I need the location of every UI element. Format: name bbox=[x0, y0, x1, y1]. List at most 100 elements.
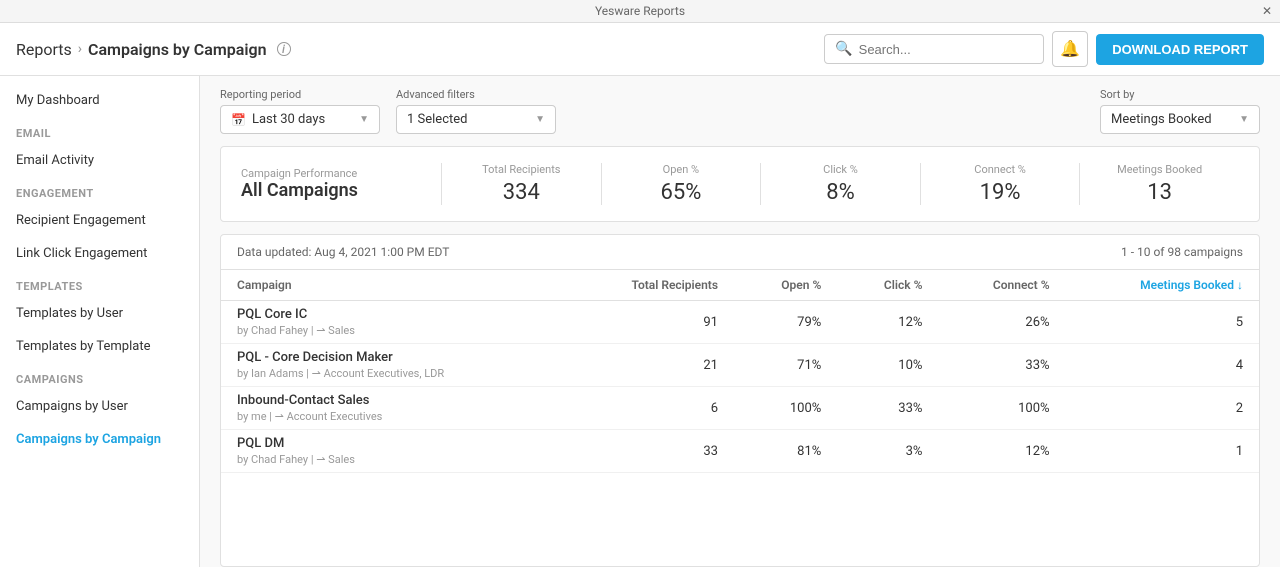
col-header-campaign: Campaign bbox=[221, 270, 564, 301]
content-area: Reporting period 📅 Last 30 days ▼ Advanc… bbox=[200, 76, 1280, 567]
cell-click-pct: 12% bbox=[837, 301, 938, 344]
summary-total-recipients-value: 334 bbox=[503, 180, 540, 205]
search-input[interactable] bbox=[859, 42, 1034, 57]
sidebar-section-email: EMAIL bbox=[0, 117, 199, 144]
cell-campaign-name: PQL - Core Decision Maker by Ian Adams |… bbox=[221, 344, 564, 387]
sort-by-select[interactable]: Meetings Booked ▼ bbox=[1100, 105, 1260, 134]
cell-total-recipients: 21 bbox=[564, 344, 734, 387]
advanced-filters-label: Advanced filters bbox=[396, 88, 556, 101]
table-row[interactable]: Inbound-Contact Sales by me | ⇀ Account … bbox=[221, 387, 1259, 430]
table-area: Data updated: Aug 4, 2021 1:00 PM EDT 1 … bbox=[220, 234, 1260, 567]
col-header-meetings-booked[interactable]: Meetings Booked ↓ bbox=[1066, 270, 1259, 301]
main-layout: My Dashboard EMAIL Email Activity ENGAGE… bbox=[0, 76, 1280, 567]
col-header-connect-pct: Connect % bbox=[938, 270, 1065, 301]
table-updated-text: Data updated: Aug 4, 2021 1:00 PM EDT bbox=[237, 245, 449, 259]
summary-meetings-booked: Meetings Booked 13 bbox=[1079, 163, 1239, 205]
sidebar-section-engagement: ENGAGEMENT bbox=[0, 177, 199, 204]
summary-connect-pct-value: 19% bbox=[980, 180, 1021, 205]
summary-click-pct: Click % 8% bbox=[760, 163, 920, 205]
reporting-period-select[interactable]: 📅 Last 30 days ▼ bbox=[220, 105, 380, 134]
cell-connect-pct: 12% bbox=[938, 430, 1065, 473]
sidebar-item-recipient-engagement[interactable]: Recipient Engagement bbox=[0, 204, 199, 237]
col-header-click-pct: Click % bbox=[837, 270, 938, 301]
campaigns-table: Campaign Total Recipients Open % Click %… bbox=[221, 270, 1259, 473]
header-right-actions: 🔍 🔔 DOWNLOAD REPORT bbox=[824, 31, 1264, 67]
sidebar-item-templates-by-template[interactable]: Templates by Template bbox=[0, 330, 199, 363]
cell-open-pct: 71% bbox=[734, 344, 837, 387]
table-row[interactable]: PQL Core IC by Chad Fahey | ⇀ Sales 91 7… bbox=[221, 301, 1259, 344]
summary-card: Campaign Performance All Campaigns Total… bbox=[220, 146, 1260, 222]
reporting-period-value: Last 30 days bbox=[252, 112, 325, 127]
advanced-filters-chevron-icon: ▼ bbox=[535, 114, 545, 125]
reporting-period-label: Reporting period bbox=[220, 88, 380, 101]
breadcrumb-separator: › bbox=[78, 41, 82, 57]
cell-open-pct: 79% bbox=[734, 301, 837, 344]
table-header-row: Campaign Total Recipients Open % Click %… bbox=[221, 270, 1259, 301]
summary-connect-pct-label: Connect % bbox=[974, 163, 1026, 176]
summary-campaign-name: All Campaigns bbox=[241, 180, 441, 201]
sort-by-chevron-icon: ▼ bbox=[1239, 114, 1249, 125]
window-close-button[interactable]: ✕ bbox=[1262, 4, 1272, 18]
cell-click-pct: 10% bbox=[837, 344, 938, 387]
summary-total-recipients: Total Recipients 334 bbox=[441, 163, 601, 205]
table-row[interactable]: PQL - Core Decision Maker by Ian Adams |… bbox=[221, 344, 1259, 387]
cell-total-recipients: 33 bbox=[564, 430, 734, 473]
window-titlebar: Yesware Reports ✕ bbox=[0, 0, 1280, 23]
info-icon[interactable]: i bbox=[277, 42, 291, 56]
summary-click-pct-label: Click % bbox=[823, 163, 858, 176]
cell-connect-pct: 26% bbox=[938, 301, 1065, 344]
top-header: Reports › Campaigns by Campaign i 🔍 🔔 DO… bbox=[0, 23, 1280, 76]
col-header-total-recipients: Total Recipients bbox=[564, 270, 734, 301]
reports-breadcrumb-link[interactable]: Reports bbox=[16, 40, 72, 59]
cell-total-recipients: 91 bbox=[564, 301, 734, 344]
cell-connect-pct: 100% bbox=[938, 387, 1065, 430]
sidebar-section-campaigns: CAMPAIGNS bbox=[0, 363, 199, 390]
sidebar-section-templates: TEMPLATES bbox=[0, 270, 199, 297]
table-meta: Data updated: Aug 4, 2021 1:00 PM EDT 1 … bbox=[221, 235, 1259, 270]
calendar-icon: 📅 bbox=[231, 113, 246, 127]
cell-meetings-booked: 4 bbox=[1066, 344, 1259, 387]
sidebar-item-templates-by-user[interactable]: Templates by User bbox=[0, 297, 199, 330]
bell-icon: 🔔 bbox=[1060, 39, 1080, 59]
summary-open-pct-label: Open % bbox=[663, 163, 699, 176]
cell-connect-pct: 33% bbox=[938, 344, 1065, 387]
summary-connect-pct: Connect % 19% bbox=[920, 163, 1080, 205]
search-box[interactable]: 🔍 bbox=[824, 34, 1044, 64]
cell-meetings-booked: 5 bbox=[1066, 301, 1259, 344]
col-header-open-pct: Open % bbox=[734, 270, 837, 301]
filters-bar: Reporting period 📅 Last 30 days ▼ Advanc… bbox=[200, 76, 1280, 146]
cell-open-pct: 81% bbox=[734, 430, 837, 473]
table-row[interactable]: PQL DM by Chad Fahey | ⇀ Sales 33 81% 3%… bbox=[221, 430, 1259, 473]
cell-campaign-name: PQL Core IC by Chad Fahey | ⇀ Sales bbox=[221, 301, 564, 344]
summary-open-pct-value: 65% bbox=[660, 180, 701, 205]
breadcrumb: Reports › Campaigns by Campaign i bbox=[16, 40, 291, 59]
sort-by-value: Meetings Booked bbox=[1111, 112, 1212, 127]
sidebar-item-email-activity[interactable]: Email Activity bbox=[0, 144, 199, 177]
sort-by-label: Sort by bbox=[1100, 88, 1260, 101]
reporting-period-chevron-icon: ▼ bbox=[359, 114, 369, 125]
advanced-filters-select[interactable]: 1 Selected ▼ bbox=[396, 105, 556, 134]
summary-meetings-booked-label: Meetings Booked bbox=[1117, 163, 1202, 176]
cell-click-pct: 3% bbox=[837, 430, 938, 473]
summary-meetings-booked-value: 13 bbox=[1147, 180, 1172, 205]
advanced-filters-group: Advanced filters 1 Selected ▼ bbox=[396, 88, 556, 134]
notification-bell-button[interactable]: 🔔 bbox=[1052, 31, 1088, 67]
advanced-filters-value: 1 Selected bbox=[407, 112, 467, 127]
sidebar-item-campaigns-by-campaign[interactable]: Campaigns by Campaign bbox=[0, 423, 199, 456]
cell-click-pct: 33% bbox=[837, 387, 938, 430]
summary-click-pct-value: 8% bbox=[826, 180, 854, 205]
summary-open-pct: Open % 65% bbox=[601, 163, 761, 205]
sidebar-item-link-click-engagement[interactable]: Link Click Engagement bbox=[0, 237, 199, 270]
cell-meetings-booked: 2 bbox=[1066, 387, 1259, 430]
sidebar: My Dashboard EMAIL Email Activity ENGAGE… bbox=[0, 76, 200, 567]
sidebar-item-campaigns-by-user[interactable]: Campaigns by User bbox=[0, 390, 199, 423]
window-title: Yesware Reports bbox=[595, 4, 685, 18]
cell-campaign-name: Inbound-Contact Sales by me | ⇀ Account … bbox=[221, 387, 564, 430]
sidebar-item-my-dashboard[interactable]: My Dashboard bbox=[0, 84, 199, 117]
cell-total-recipients: 6 bbox=[564, 387, 734, 430]
reporting-period-filter-group: Reporting period 📅 Last 30 days ▼ bbox=[220, 88, 380, 134]
download-report-button[interactable]: DOWNLOAD REPORT bbox=[1096, 34, 1264, 65]
cell-open-pct: 100% bbox=[734, 387, 837, 430]
table-count-text: 1 - 10 of 98 campaigns bbox=[1121, 245, 1243, 259]
sort-by-filter-group: Sort by Meetings Booked ▼ bbox=[1100, 88, 1260, 134]
